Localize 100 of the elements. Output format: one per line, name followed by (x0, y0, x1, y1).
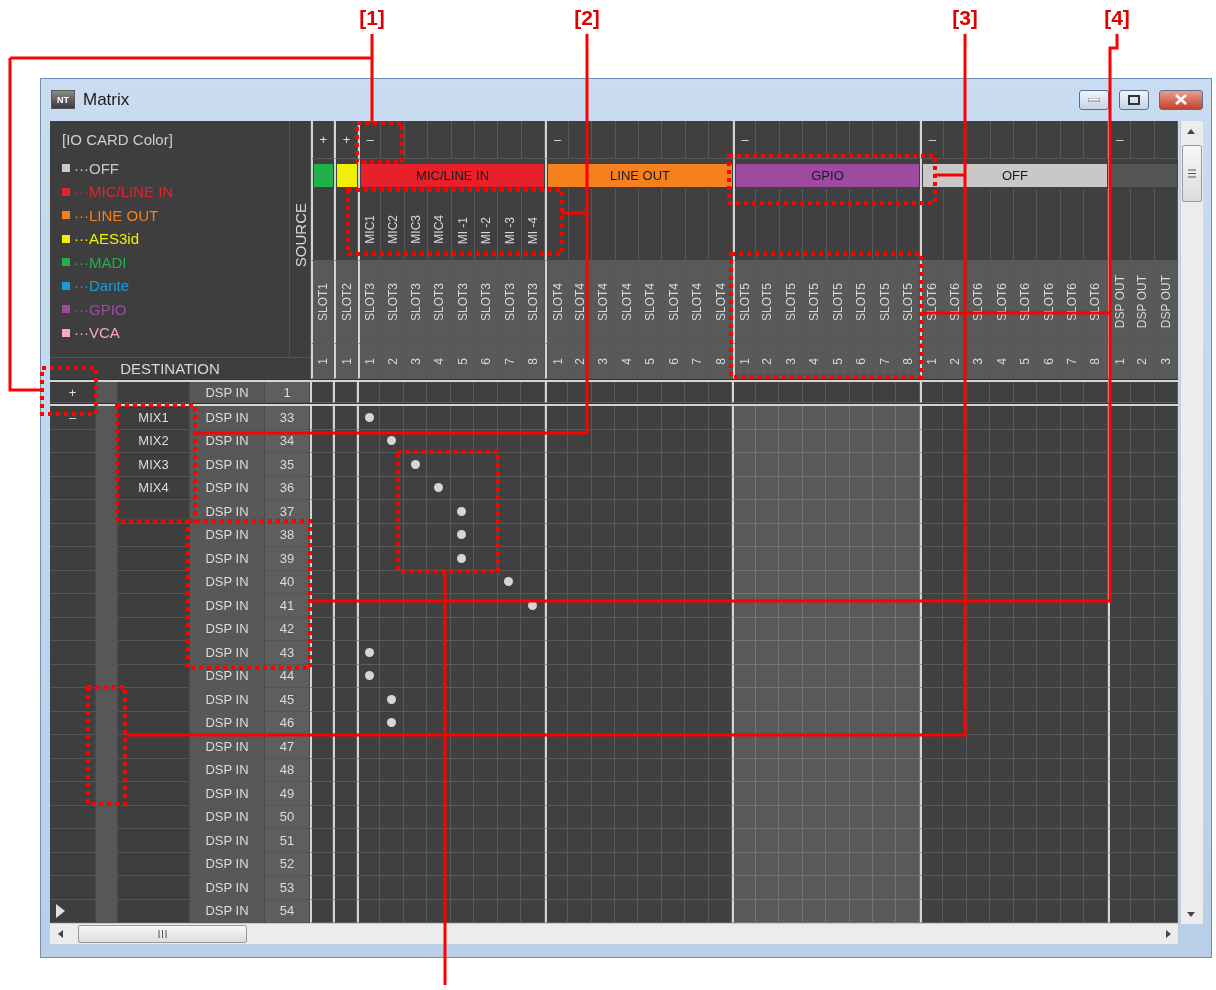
slot-label: SLOT3 (408, 283, 423, 321)
source-label: SOURCE (291, 203, 309, 268)
toggle-button[interactable]: + (315, 132, 331, 147)
slot-label: SLOT3 (479, 283, 494, 321)
channel-label: DSP IN (190, 641, 265, 665)
slot-label: DSP OUT (1158, 275, 1173, 329)
legend-label: ···LINE OUT (74, 206, 159, 224)
column-name: MI -2 (479, 216, 494, 244)
channel-label: DSP IN (190, 735, 265, 759)
card-band: LINE OUT (548, 164, 732, 187)
slot-label: SLOT5 (854, 283, 869, 321)
channel-number: 3 (783, 357, 798, 365)
column-name: MI -3 (502, 216, 517, 244)
channel-number: 2 (572, 357, 587, 365)
channel-number: 1 (363, 357, 378, 365)
toggle-button[interactable]: – (549, 132, 566, 147)
column-name: MIC4 (432, 215, 447, 244)
slot-label: SLOT4 (550, 283, 565, 321)
legend-label: ···AES3id (74, 230, 140, 248)
legend-label: ···Dante (74, 277, 129, 295)
callout-label: [1] (358, 6, 386, 30)
channel-number: 3 (596, 357, 611, 365)
channel-number: 51 (265, 829, 310, 853)
channel-number: 41 (265, 594, 310, 618)
window-title: Matrix (83, 89, 131, 110)
channel-label: DSP IN (190, 453, 265, 477)
toggle-button[interactable]: – (737, 132, 753, 147)
column-name: MI -1 (455, 216, 470, 244)
channel-label: DSP IN (190, 829, 265, 853)
channel-label: DSP IN (190, 899, 265, 923)
channel-number: 35 (265, 453, 310, 477)
channel-number: 6 (854, 357, 869, 365)
channel-number: 5 (455, 357, 470, 365)
slot-label: SLOT6 (994, 283, 1009, 321)
slot-label: SLOT5 (877, 283, 892, 321)
channel-number: 52 (265, 852, 310, 876)
mix-label: MIX3 (138, 456, 169, 472)
slot-label: SLOT4 (619, 283, 634, 321)
column-name: MIC2 (385, 215, 400, 244)
mix-label: MIX2 (138, 433, 169, 449)
channel-label: DSP IN (190, 852, 265, 876)
mix-label: MIX4 (138, 480, 169, 496)
slot-label: SLOT4 (572, 283, 587, 321)
channel-number: 33 (265, 406, 310, 430)
toggle-button[interactable]: – (1112, 132, 1128, 147)
slot-label: SLOT3 (363, 283, 378, 321)
slot-label: SLOT6 (925, 283, 940, 321)
legend-label: ···GPIO (74, 300, 127, 318)
slot-label: SLOT3 (526, 283, 541, 321)
toggle-button[interactable]: – (362, 132, 378, 147)
slot-label: SLOT5 (738, 283, 752, 321)
channel-number: 39 (265, 547, 310, 571)
slot-label: SLOT6 (971, 283, 986, 321)
channel-number: 6 (479, 357, 494, 365)
channel-number: 3 (1158, 357, 1173, 365)
slot-label: SLOT3 (432, 283, 447, 321)
channel-number: 1 (339, 357, 354, 365)
slot-label: SLOT5 (807, 283, 822, 321)
channel-label: DSP IN (190, 758, 265, 782)
channel-number: 54 (265, 899, 310, 923)
card-band: MIC/LINE IN (360, 164, 545, 187)
callout-label: [4] (1103, 6, 1131, 30)
channel-label: DSP IN (190, 688, 265, 712)
channel-number: 45 (265, 688, 310, 712)
channel-number: 7 (690, 357, 705, 365)
channel-number: 1 (738, 357, 752, 365)
slot-label: SLOT5 (760, 283, 775, 321)
toggle-button[interactable]: – (64, 409, 81, 425)
legend-label: ···MIC/LINE IN (74, 183, 174, 201)
channel-number: 43 (265, 641, 310, 665)
channel-label: DSP IN (190, 570, 265, 594)
channel-number: 5 (643, 357, 658, 365)
channel-number: 3 (408, 357, 423, 365)
card-band: GPIO (735, 164, 920, 187)
channel-number: 5 (830, 357, 845, 365)
channel-label: DSP IN (190, 382, 265, 403)
channel-number: 7 (1065, 357, 1080, 365)
channel-number: 2 (1135, 357, 1150, 365)
channel-number: 2 (947, 357, 962, 365)
channel-number: 4 (994, 357, 1009, 365)
channel-number: 5 (1018, 357, 1033, 365)
slot-label: DSP OUT (1135, 275, 1150, 329)
toggle-button[interactable]: + (64, 384, 81, 400)
slot-label: SLOT4 (643, 283, 658, 321)
callout-label: [2] (573, 6, 601, 30)
channel-number: 1 (316, 357, 331, 365)
slot-label: DSP OUT (1112, 275, 1127, 329)
slot-label: SLOT5 (783, 283, 798, 321)
slot-label: SLOT5 (901, 283, 915, 321)
toggle-button[interactable]: – (924, 132, 941, 147)
slot-label: SLOT5 (830, 283, 845, 321)
channel-number: 48 (265, 758, 310, 782)
channel-label: DSP IN (190, 711, 265, 735)
channel-number: 4 (432, 357, 447, 365)
slot-label: SLOT6 (1088, 283, 1103, 321)
toggle-button[interactable]: + (338, 132, 355, 147)
channel-label: DSP IN (190, 782, 265, 806)
channel-number: 50 (265, 805, 310, 829)
channel-number: 53 (265, 876, 310, 900)
slot-label: SLOT4 (666, 283, 681, 321)
